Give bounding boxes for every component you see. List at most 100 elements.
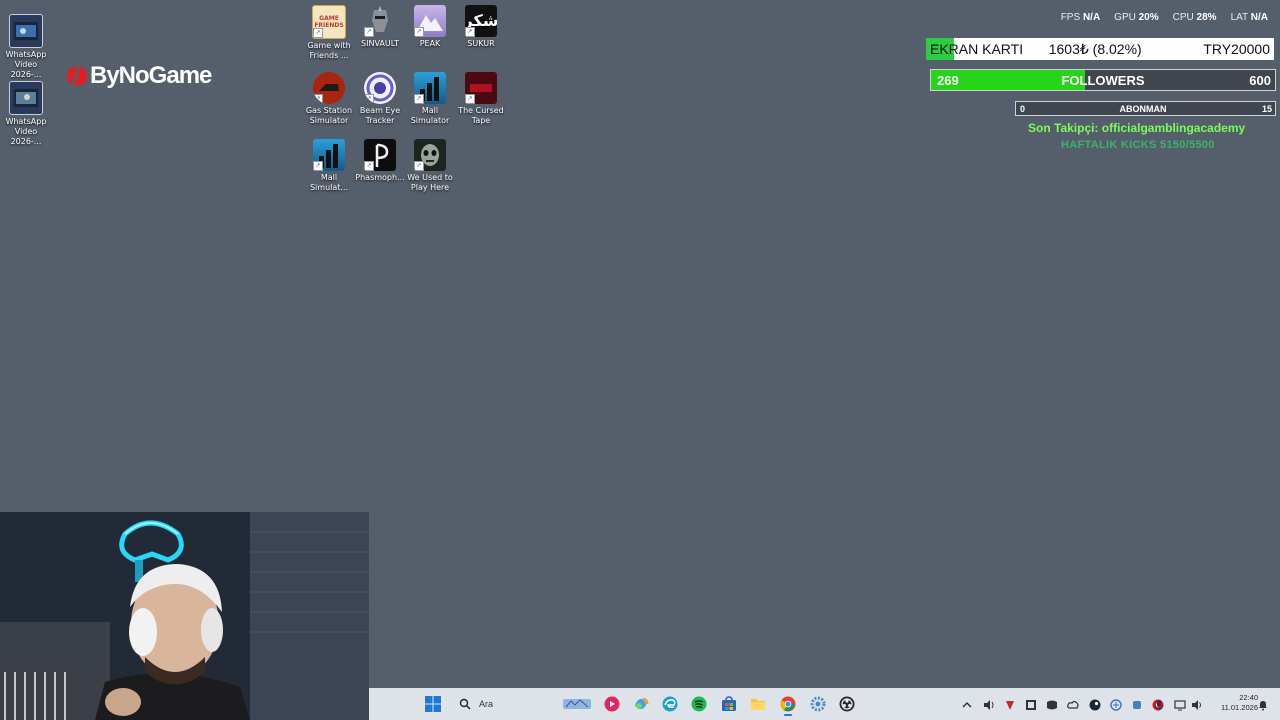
last-follower-text: Son Takipçi: officialgamblingacademy: [1028, 121, 1246, 135]
shortcut-arrow-icon: ↗: [313, 161, 323, 171]
followers-label: FOLLOWERS: [1061, 72, 1145, 88]
app-tray-icon[interactable]: [1131, 698, 1143, 710]
followers-target: 600: [1249, 72, 1271, 88]
start-button[interactable]: [425, 696, 441, 712]
volume-icon[interactable]: [1191, 698, 1203, 710]
shortcut-arrow-icon: ↗: [364, 27, 374, 37]
active-app-indicator: [784, 714, 792, 716]
notification-bell-icon[interactable]: [1257, 698, 1269, 711]
shortcut-arrow-icon: ↗: [465, 94, 475, 104]
shortcut-arrow-icon: ↗: [313, 28, 323, 38]
fps-value: N/A: [1082, 12, 1101, 23]
fps-stat: FPS N/A: [1061, 12, 1100, 23]
steam-tray-icon[interactable]: [1089, 698, 1101, 711]
desktop-icon-phasmophobia[interactable]: ↗ Phasmoph...: [354, 139, 406, 183]
webcam-feed: [0, 512, 369, 720]
game-with-friends-icon: GAME FRIENDS ↗: [312, 5, 346, 39]
wifi-display-tray-icon[interactable]: [1174, 698, 1186, 711]
desktop-icon-label: Mall: [421, 106, 439, 115]
desktop-icon-whatsapp-video-2[interactable]: WhatsApp Video 2026-...: [0, 81, 52, 147]
subs-label: ABONMAN: [1119, 103, 1167, 114]
desktop-icon-whatsapp-video-1[interactable]: WhatsApp Video 2026-...: [0, 14, 52, 80]
chrome-icon[interactable]: [780, 696, 796, 716]
desktop-icon-label: We Used to: [407, 173, 453, 182]
desktop-icon-label: Beam Eye: [359, 106, 401, 115]
desktop-icon-label: Video 2026-...: [10, 127, 42, 146]
desktop-icon-label: Game with: [307, 41, 351, 50]
desktop-icon-label: Tracker: [365, 116, 395, 125]
edge-browser-icon[interactable]: [662, 696, 678, 712]
clock-date: 11.01.2026: [1221, 703, 1258, 712]
bynogame-logo: ByNoGame: [66, 62, 212, 90]
subs-target: 15: [1261, 103, 1272, 114]
desktop-icon-game-with-friends[interactable]: GAME FRIENDS ↗ Game with Friends ...: [303, 5, 355, 61]
desktop-icon-label: Tape: [471, 116, 491, 125]
obs-icon[interactable]: [839, 696, 855, 712]
windows-logo-icon: [425, 696, 441, 712]
desktop-icon-we-used-to-play-here[interactable]: ↗ We Used to Play Here: [404, 139, 456, 193]
cursed-tape-icon: ↗: [465, 72, 497, 104]
phasmophobia-icon: ↗: [364, 139, 396, 171]
lat-label: LAT: [1230, 12, 1248, 23]
windows-taskbar: Ara 22:40 11.01.2026: [369, 688, 1280, 720]
shortcut-arrow-icon: ↗: [414, 27, 424, 37]
settings-gear-icon[interactable]: [810, 696, 826, 712]
desktop-icon-sukur[interactable]: شكر ↗ SUKUR: [455, 5, 507, 49]
shortcut-arrow-icon: ↗: [364, 161, 374, 171]
we-used-to-play-here-icon: ↗: [414, 139, 446, 171]
desktop-icon-gas-station-simulator[interactable]: ↗ Gas Station Simulator: [303, 72, 355, 126]
shortcut-arrow-icon: ↗: [414, 94, 424, 104]
copilot-icon[interactable]: [633, 696, 649, 712]
desktop-icon-label: Simulat...: [309, 183, 349, 192]
goal-target: TRY20000: [1203, 41, 1270, 57]
mic-tray-icon[interactable]: [1153, 698, 1165, 711]
desktop-icon-mall-simulator[interactable]: ↗ Mall Simulator: [404, 72, 456, 126]
shortcut-arrow-icon: ↗: [414, 161, 424, 171]
desktop-icon-label: WhatsApp: [5, 50, 47, 59]
discord-tray-icon[interactable]: [1046, 698, 1058, 710]
search-input[interactable]: Ara: [479, 699, 493, 709]
video-file-icon: [9, 81, 43, 115]
shortcut-arrow-icon: ↗: [364, 94, 374, 104]
gpu-stat: GPU 20%: [1114, 12, 1158, 23]
sukur-glyph: شكر: [465, 11, 497, 30]
desktop-icon-beam-eye-tracker[interactable]: ↗ Beam Eye Tracker: [354, 72, 406, 126]
weekly-kicks-text: HAFTALIK KICKS 5150/5500: [1061, 139, 1215, 151]
donation-goal-bar: EKRAN KARTI 1603₺ (8.02%) TRY20000: [926, 38, 1274, 60]
taskbar-clock[interactable]: 22:40 11.01.2026: [1221, 693, 1258, 713]
file-explorer-icon[interactable]: [750, 696, 766, 712]
display-tray-icon[interactable]: [1025, 698, 1037, 710]
network-app-tray-icon[interactable]: [1110, 698, 1122, 711]
spotify-icon[interactable]: [691, 696, 707, 712]
speaker-tray-icon[interactable]: [983, 698, 995, 710]
taskbar-search[interactable]: Ara: [453, 692, 593, 716]
peak-mountain-icon: ↗: [414, 5, 446, 37]
cpu-label: CPU: [1172, 12, 1194, 23]
lat-value: N/A: [1250, 12, 1268, 23]
fps-label: FPS: [1060, 12, 1081, 23]
cloud-tray-icon[interactable]: [1067, 698, 1079, 710]
desktop-icon-peak[interactable]: ↗ PEAK: [404, 5, 456, 49]
desktop-icon-the-cursed-tape[interactable]: ↗ The Cursed Tape: [455, 72, 507, 126]
desktop-icon-label: Video 2026-...: [10, 60, 42, 79]
desktop-icon-mall-simulator-2[interactable]: ↗ Mall Simulat...: [303, 139, 355, 193]
mall-simulator-icon: ↗: [414, 72, 446, 104]
nvidia-tray-icon[interactable]: [1004, 698, 1016, 710]
desktop-icon-label: Simulator: [410, 116, 450, 125]
followers-current: 269: [937, 72, 959, 88]
desktop-icon-label: PEAK: [419, 39, 441, 48]
desktop-icon-sinvault[interactable]: ↗ SINVAULT: [354, 5, 406, 49]
goal-amount: 1603₺ (8.02%): [1048, 40, 1142, 57]
gpu-value: 20%: [1138, 12, 1159, 23]
desktop-icon-label: The Cursed: [458, 106, 504, 115]
gpu-label: GPU: [1114, 12, 1136, 23]
ms-store-icon[interactable]: [721, 696, 737, 712]
shortcut-arrow-icon: ↗: [465, 27, 475, 37]
chevron-up-icon[interactable]: [961, 698, 973, 710]
desktop-icon-label: Phasmoph...: [355, 173, 405, 182]
gas-station-icon: ↗: [313, 72, 345, 104]
cast-app-icon[interactable]: [604, 696, 620, 712]
logo-text: ByNoGame: [90, 62, 212, 89]
system-stats-overlay: FPS N/A GPU 20% CPU 28% LAT N/A: [1061, 12, 1268, 23]
desktop-icon-label: Play Here: [410, 183, 450, 192]
